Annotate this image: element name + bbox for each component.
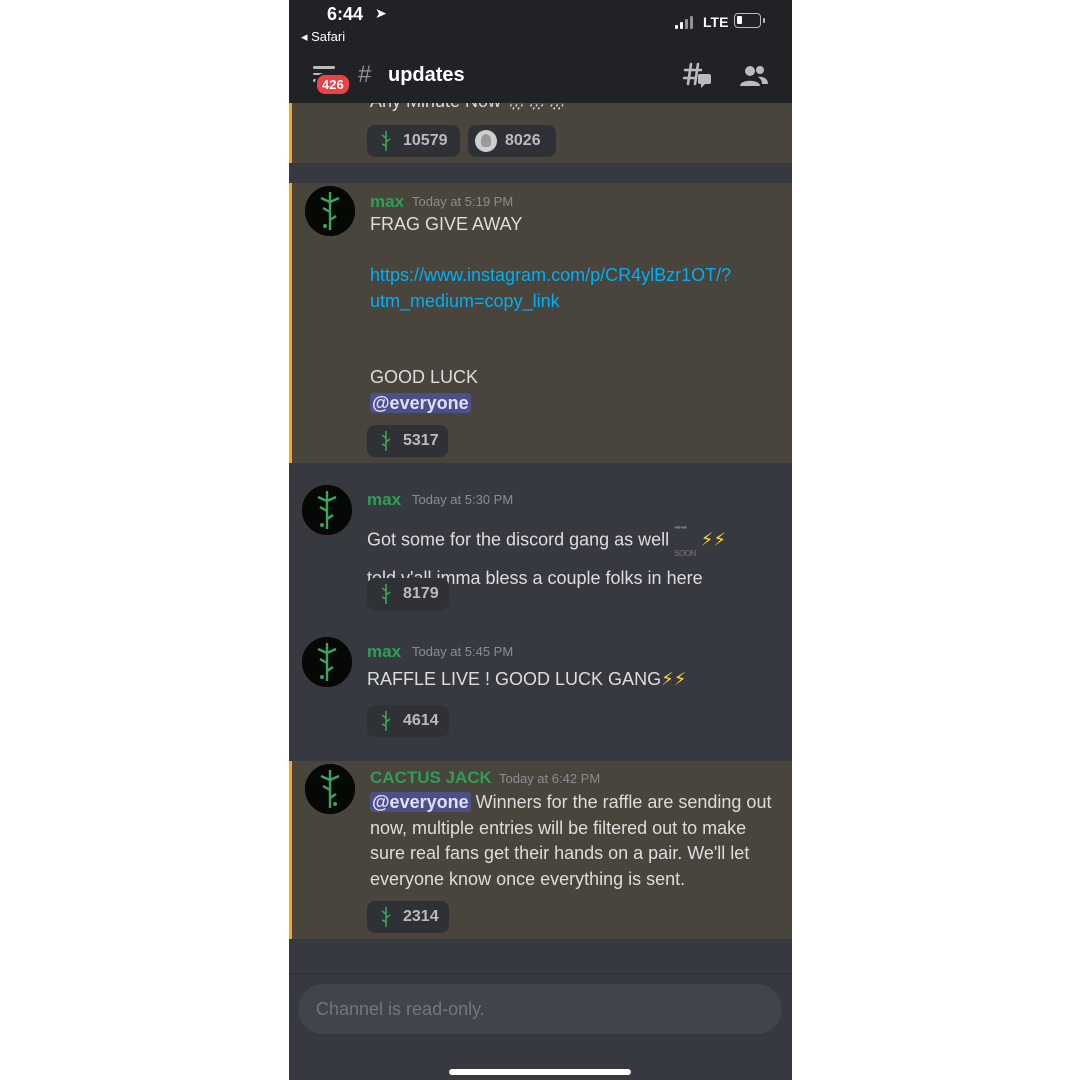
network-type: LTE: [703, 14, 729, 30]
soon-emoji: ➡➡ SOON: [674, 523, 696, 558]
battery-icon: [734, 13, 765, 28]
hash-icon: #: [358, 61, 372, 88]
cactus-emoji-icon: [379, 906, 393, 928]
lightning-emoji: ⚡⚡: [700, 529, 727, 550]
location-arrow-icon: ➤: [375, 5, 387, 21]
back-to-safari-link[interactable]: ◂ Safari: [301, 29, 345, 45]
lightning-emoji: ⚡⚡: [661, 669, 687, 689]
message-text: Any Minute Now 🌧🌧🌧: [370, 103, 567, 116]
reaction-button[interactable]: 8179: [367, 578, 449, 610]
message: max Today at 5:45 PM RAFFLE LIVE ! GOOD …: [289, 625, 792, 745]
message: CACTUS JACK Today at 6:42 PM @everyone W…: [289, 761, 792, 939]
read-only-notice: Channel is read-only.: [298, 984, 782, 1034]
reaction-button[interactable]: 8026: [468, 125, 556, 157]
cactus-emoji-icon: [379, 130, 393, 152]
reaction-count: 8179: [403, 585, 439, 602]
author-name[interactable]: max: [367, 490, 401, 510]
discord-app: 6:44 ➤ ◂ Safari LTE 426 # updates 10579 …: [289, 0, 792, 1080]
signal-icon: [675, 15, 697, 29]
author-name[interactable]: max: [370, 192, 404, 212]
message-list[interactable]: Any Minute Now 🌧🌧🌧 10579 8026 max Today …: [289, 103, 792, 973]
reaction-count: 4614: [403, 712, 439, 729]
cactus-emoji-icon: [379, 710, 393, 732]
status-bar: 6:44 ➤ ◂ Safari LTE: [289, 0, 792, 50]
shell-emoji-icon: [475, 130, 497, 152]
timestamp: Today at 6:42 PM: [499, 771, 601, 786]
everyone-mention[interactable]: @everyone: [370, 792, 471, 812]
message-text: RAFFLE LIVE ! GOOD LUCK GANG⚡⚡: [367, 669, 687, 689]
message: max Today at 5:30 PM Got some for the di…: [289, 473, 792, 618]
timestamp: Today at 5:30 PM: [412, 492, 514, 507]
message: Any Minute Now 🌧🌧🌧 10579 8026: [289, 103, 792, 163]
reaction-button[interactable]: 10579: [367, 125, 460, 157]
status-time: 6:44: [327, 4, 364, 24]
author-name[interactable]: max: [367, 642, 401, 662]
reaction-count: 2314: [403, 908, 439, 925]
avatar[interactable]: [302, 485, 352, 535]
message-text: @everyone Winners for the raffle are sen…: [370, 792, 772, 889]
cactus-emoji-icon: [379, 430, 393, 452]
message: max Today at 5:19 PM FRAG GIVE AWAY http…: [289, 183, 792, 463]
instagram-link-cont[interactable]: utm_medium=copy_link: [370, 289, 731, 315]
reaction-button[interactable]: 5317: [367, 425, 448, 457]
composer-area: Channel is read-only.: [289, 973, 792, 1080]
everyone-mention[interactable]: @everyone: [370, 392, 471, 413]
instagram-link[interactable]: https://www.instagram.com/p/CR4ylBzr1OT/…: [370, 263, 731, 289]
reaction-count: 10579: [403, 132, 448, 149]
avatar[interactable]: [302, 637, 352, 687]
reaction-count: 8026: [505, 132, 541, 149]
avatar[interactable]: [305, 764, 355, 814]
channel-name[interactable]: updates: [388, 64, 465, 87]
timestamp: Today at 5:19 PM: [412, 194, 514, 209]
cactus-emoji-icon: [379, 583, 393, 605]
avatar[interactable]: [305, 186, 355, 236]
reaction-count: 5317: [403, 432, 439, 449]
timestamp: Today at 5:45 PM: [412, 644, 514, 659]
home-indicator[interactable]: [449, 1069, 631, 1075]
members-icon[interactable]: [739, 64, 769, 88]
reaction-button[interactable]: 2314: [367, 901, 449, 933]
message-text: FRAG GIVE AWAY https://www.instagram.com…: [370, 214, 732, 413]
reaction-button[interactable]: 4614: [367, 705, 449, 737]
mention-count-badge: 426: [315, 73, 351, 96]
threads-icon[interactable]: [683, 60, 713, 90]
channel-header: 426 # updates: [289, 50, 792, 103]
author-name[interactable]: CACTUS JACK: [370, 768, 492, 788]
